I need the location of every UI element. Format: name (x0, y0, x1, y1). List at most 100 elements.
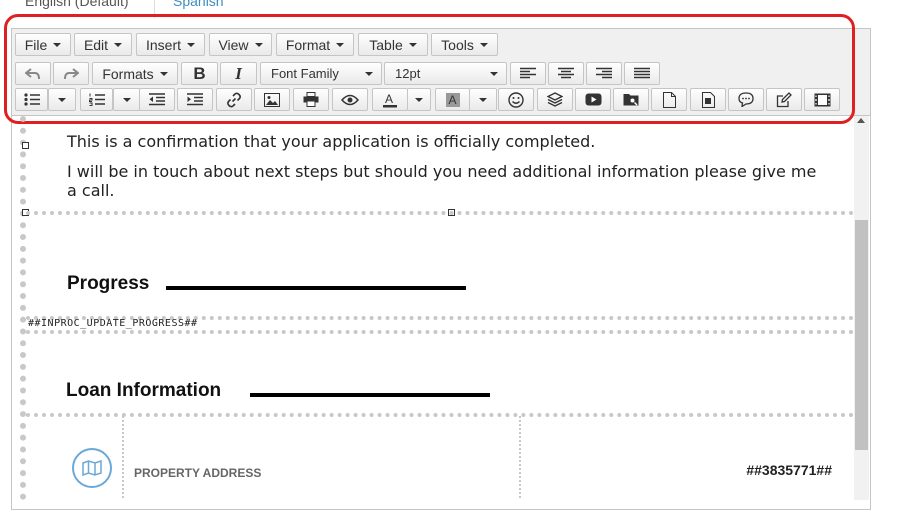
bullet-list-options[interactable] (48, 88, 76, 111)
menu-view-label: View (218, 36, 249, 53)
menu-view[interactable]: View (209, 33, 272, 56)
formats-dropdown[interactable]: Formats (92, 62, 178, 85)
scroll-up-icon[interactable] (857, 118, 865, 123)
menu-format[interactable]: Format (276, 33, 354, 56)
edit-icon (776, 91, 792, 107)
numbered-list-icon (88, 93, 105, 106)
edit-source-button[interactable] (766, 88, 802, 111)
print-icon (303, 92, 319, 107)
align-right-icon (596, 67, 612, 79)
media-button[interactable] (804, 88, 840, 111)
section-divider (26, 211, 854, 215)
section-border (20, 116, 26, 500)
emoticons-button[interactable] (498, 88, 534, 111)
video-play-icon (585, 93, 601, 106)
font-size-select[interactable]: 12pt (384, 62, 507, 85)
paragraph-confirmation: This is a confirmation that your applica… (67, 132, 596, 151)
print-button[interactable] (293, 88, 329, 111)
cell-divider (122, 416, 124, 500)
menu-file[interactable]: File (15, 33, 71, 56)
bullet-list-icon (23, 93, 40, 106)
link-button[interactable] (216, 88, 252, 111)
svg-text:A: A (449, 93, 457, 107)
numbered-list-button[interactable] (80, 88, 113, 111)
menu-table[interactable]: Table (358, 33, 428, 56)
document-image-icon (701, 91, 715, 108)
redo-button[interactable] (53, 62, 89, 85)
menu-file-label: File (24, 36, 48, 53)
preview-button[interactable] (332, 88, 368, 111)
link-icon (227, 92, 241, 107)
italic-icon: I (235, 63, 242, 83)
font-family-select[interactable]: Font Family (260, 62, 382, 85)
bold-button[interactable]: B (181, 62, 218, 85)
vertical-scrollbar[interactable] (854, 116, 869, 500)
editor-toolbar: File Edit Insert View Format Table Tools… (12, 29, 870, 116)
align-center-icon (558, 67, 574, 79)
menu-format-label: Format (285, 36, 331, 53)
image-button[interactable] (254, 88, 290, 111)
bullet-list-button[interactable] (15, 88, 48, 111)
property-address-code: ##3835771## (746, 462, 832, 478)
menu-table-label: Table (369, 36, 403, 53)
language-tabs: English (Default) Spanish (0, 0, 900, 20)
loan-information-heading: Loan Information (66, 380, 222, 401)
eye-icon (341, 94, 359, 105)
chevron-down-icon (415, 97, 423, 102)
align-justify-button[interactable] (624, 62, 660, 85)
layers-button[interactable] (537, 88, 573, 111)
background-color-button[interactable]: A (435, 88, 471, 111)
new-document-button[interactable] (651, 88, 687, 111)
tab-spanish[interactable]: Spanish (173, 0, 224, 9)
heading-underline (166, 286, 466, 290)
background-color-options[interactable] (469, 88, 497, 111)
cell-divider (519, 416, 521, 500)
indent-button[interactable] (177, 88, 213, 111)
chevron-down-icon (479, 42, 488, 47)
chevron-down-icon (490, 71, 498, 76)
indent-icon (187, 93, 203, 106)
smiley-icon (508, 91, 524, 108)
undo-button[interactable] (15, 62, 51, 85)
text-color-button[interactable]: A (372, 88, 408, 111)
map-icon-circle (72, 448, 112, 488)
menu-edit-label: Edit (83, 36, 109, 53)
chevron-down-icon (187, 42, 195, 47)
numbered-list-options[interactable] (113, 88, 141, 111)
outdent-icon (149, 93, 165, 106)
image-icon (264, 92, 280, 107)
align-center-button[interactable] (548, 62, 584, 85)
scrollbar-thumb[interactable] (855, 220, 868, 450)
tab-english[interactable]: English (Default) (25, 0, 129, 9)
folder-search-icon (623, 94, 639, 106)
paragraph-next-steps: I will be in touch about next steps but … (67, 162, 817, 181)
progress-merge-code: ##INPROC_UPDATE_PROGRESS## (28, 318, 198, 329)
template-button[interactable] (690, 88, 726, 111)
outdent-button[interactable] (139, 88, 175, 111)
text-color-options[interactable] (407, 88, 431, 111)
align-left-button[interactable] (510, 62, 546, 85)
text-color-icon: A (383, 92, 397, 107)
resize-handle[interactable] (22, 142, 29, 149)
svg-text:A: A (385, 92, 393, 106)
redo-icon (64, 67, 79, 79)
align-left-icon (520, 67, 536, 79)
section-divider (26, 330, 854, 334)
comment-button[interactable] (728, 88, 764, 111)
menu-edit[interactable]: Edit (74, 33, 132, 56)
editor-content[interactable]: This is a confirmation that your applica… (12, 116, 854, 500)
chevron-down-icon (365, 71, 373, 76)
video-button[interactable] (575, 88, 611, 111)
chevron-down-icon (479, 97, 487, 102)
paragraph-next-steps-cont: a call. (67, 181, 115, 200)
document-icon (662, 91, 676, 108)
align-right-button[interactable] (586, 62, 622, 85)
file-browser-button[interactable] (613, 88, 649, 111)
background-color-icon: A (446, 92, 460, 107)
italic-button[interactable]: I (220, 62, 257, 85)
menu-insert[interactable]: Insert (136, 33, 205, 56)
menu-tools[interactable]: Tools (431, 33, 498, 56)
section-divider (26, 413, 854, 417)
property-address-label: PROPERTY ADDRESS (134, 466, 262, 480)
chevron-down-icon (408, 42, 417, 47)
